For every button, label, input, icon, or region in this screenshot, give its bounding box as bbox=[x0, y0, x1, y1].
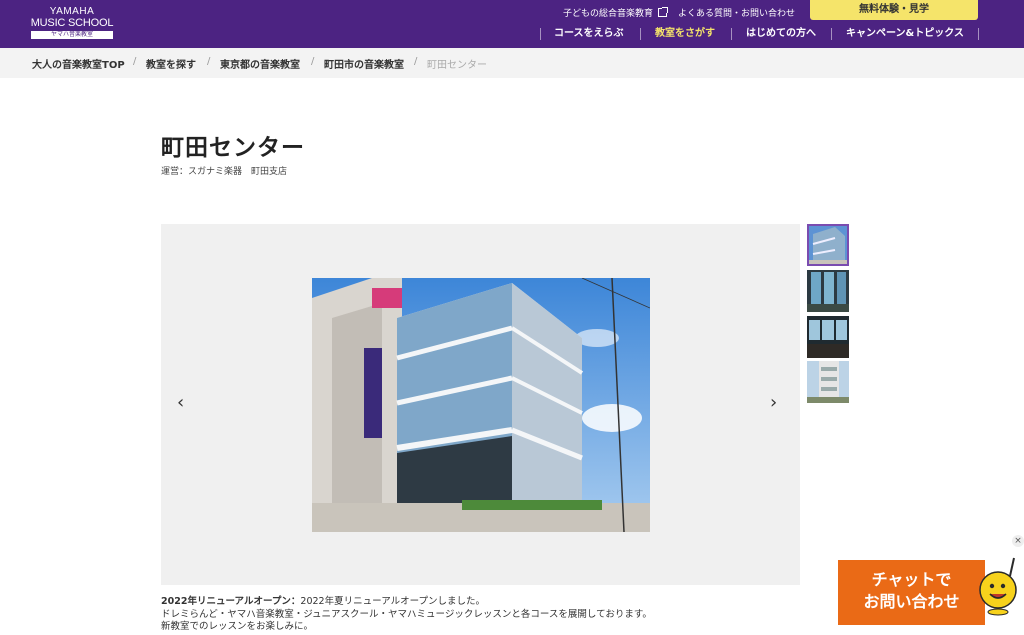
breadcrumb-item[interactable]: 町田市の音楽教室 bbox=[324, 56, 404, 71]
kids-music-education-label: 子どもの総合音楽教育 bbox=[563, 9, 654, 19]
description-heading: 2022年リニューアルオープン： bbox=[161, 596, 301, 607]
thumbnail-lobby-image bbox=[807, 316, 849, 358]
nav-campaigns-topics[interactable]: キャンペーン&トピックス bbox=[846, 27, 964, 41]
description-line1: 2022年リニューアルオープン：2022年夏リニューアルオープンしました。 bbox=[161, 596, 781, 609]
description-line2: ドレミらんど・ヤマハ音楽教室・ジュニアスクール・ヤマハミュージックレッスンと各コ… bbox=[161, 608, 652, 620]
breadcrumb-separator: / bbox=[311, 56, 315, 67]
breadcrumb-current: 町田センター bbox=[427, 60, 487, 71]
free-trial-button[interactable]: 無料体験・見学 bbox=[810, 0, 978, 20]
logo-line1: YAMAHA bbox=[49, 6, 95, 17]
external-link-icon bbox=[658, 7, 669, 17]
breadcrumb-item[interactable]: 大人の音楽教室TOP bbox=[32, 56, 125, 71]
photo-gallery: ‹ › bbox=[161, 224, 800, 585]
nav-find-classroom[interactable]: 教室をさがす bbox=[655, 27, 715, 41]
breadcrumb-separator: / bbox=[207, 56, 211, 67]
logo-line2: MUSIC SCHOOL bbox=[30, 17, 114, 29]
faq-contact-label: よくある質問・お問い合わせ bbox=[678, 9, 796, 19]
yamaha-logo[interactable]: YAMAHA MUSIC SCHOOL ヤマハ音楽教室 bbox=[30, 6, 114, 40]
thumbnail-interior-image bbox=[807, 270, 849, 312]
gallery-thumbnail[interactable] bbox=[807, 316, 849, 358]
breadcrumb-separator: / bbox=[133, 56, 137, 67]
main-photo bbox=[312, 278, 650, 532]
thumbnail-street-image bbox=[807, 361, 849, 403]
nav-first-time[interactable]: はじめての方へ bbox=[746, 27, 816, 41]
nav-divider bbox=[831, 28, 832, 40]
building-photo-image bbox=[312, 278, 650, 532]
breadcrumb-item[interactable]: 教室を探す bbox=[146, 56, 196, 71]
nav-divider bbox=[540, 28, 541, 40]
page-title: 町田センター bbox=[161, 135, 305, 161]
site-header: YAMAHA MUSIC SCHOOL ヤマハ音楽教室 子どもの総合音楽教育 よ… bbox=[0, 0, 1024, 48]
description-lead: 2022年夏リニューアルオープンしました。 bbox=[300, 596, 486, 607]
operator-text: 運営：スガナミ楽器 町田支店 bbox=[161, 167, 288, 177]
center-description: 2022年リニューアルオープン：2022年夏リニューアルオープンしました。 ドレ… bbox=[161, 596, 781, 634]
breadcrumb: 大人の音楽教室TOP / 教室を探す / 東京都の音楽教室 / 町田市の音楽教室… bbox=[0, 48, 1024, 78]
nav-choose-course[interactable]: コースをえらぶ bbox=[554, 27, 624, 41]
chevron-right-icon[interactable]: › bbox=[770, 394, 777, 412]
breadcrumb-item[interactable]: 東京都の音楽教室 bbox=[220, 56, 300, 71]
chevron-left-icon[interactable]: ‹ bbox=[177, 394, 184, 412]
gallery-thumbnail[interactable] bbox=[807, 270, 849, 312]
nav-divider bbox=[978, 28, 979, 40]
chat-line2: お問い合わせ bbox=[863, 592, 960, 611]
mascot-icon bbox=[976, 556, 1020, 616]
faq-contact-link[interactable]: よくある質問・お問い合わせ bbox=[678, 6, 795, 19]
kids-music-education-link[interactable]: 子どもの総合音楽教育 bbox=[563, 6, 669, 19]
gallery-thumbnail[interactable] bbox=[807, 224, 849, 266]
breadcrumb-separator: / bbox=[414, 56, 418, 67]
logo-line3: ヤマハ音楽教室 bbox=[31, 31, 113, 39]
nav-divider bbox=[731, 28, 732, 40]
thumbnail-building-image bbox=[807, 224, 849, 266]
chat-line1: チャットで bbox=[871, 570, 952, 589]
gallery-thumbnail[interactable] bbox=[807, 361, 849, 403]
description-line3: 新教室でのレッスンをお楽しみに。 bbox=[161, 621, 314, 632]
nav-divider bbox=[640, 28, 641, 40]
chat-close-icon[interactable]: × bbox=[1012, 535, 1024, 547]
chat-contact-button[interactable]: チャットで お問い合わせ bbox=[838, 560, 985, 625]
